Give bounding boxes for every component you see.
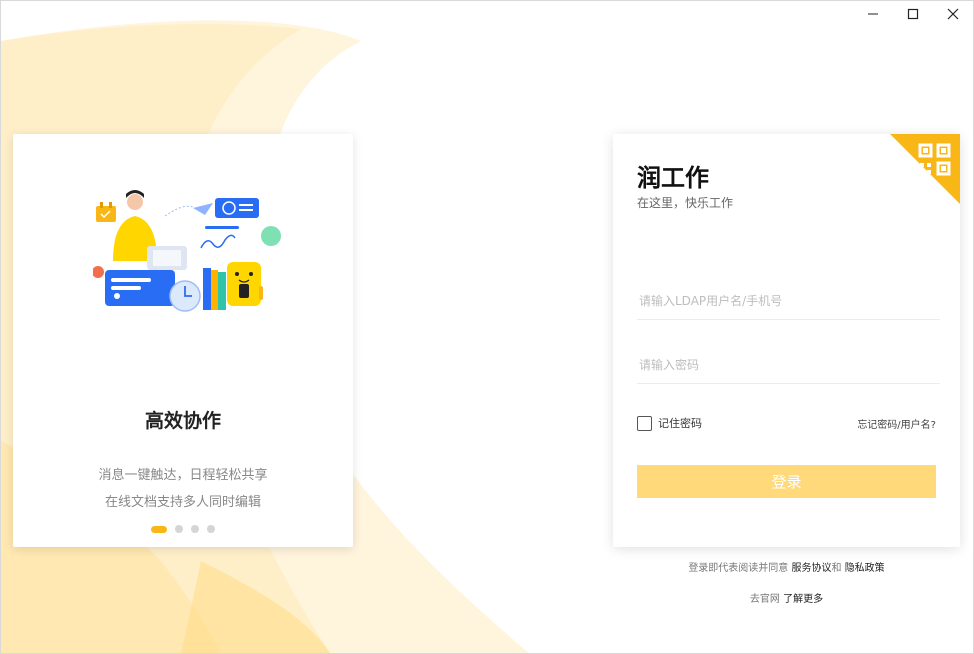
promo-description-line-1: 消息一键触达，日程轻松共享 <box>98 468 268 483</box>
minimize-button[interactable] <box>853 1 893 27</box>
official-site-notice: 去官网 了解更多 <box>613 590 960 605</box>
forgot-password-link[interactable]: 忘记密码/用户名? <box>857 416 936 431</box>
login-button[interactable]: 登录 <box>637 465 936 498</box>
maximize-button[interactable] <box>893 1 933 27</box>
carousel-dot-3[interactable] <box>191 525 199 533</box>
username-input[interactable] <box>637 283 940 320</box>
close-button[interactable] <box>933 1 973 27</box>
carousel-dot-2[interactable] <box>175 525 183 533</box>
login-card: 润工作 在这里，快乐工作 记住密码 忘记密码/用户名? 登录 <box>613 134 960 547</box>
app-subtitle: 在这里，快乐工作 <box>637 196 734 210</box>
learn-more-link[interactable]: 了解更多 <box>783 594 823 605</box>
agreement-and: 和 <box>831 563 842 574</box>
carousel-indicator <box>13 525 353 533</box>
collaboration-illustration-icon <box>93 190 281 312</box>
window-controls <box>853 1 973 27</box>
carousel-dot-1[interactable] <box>151 525 167 533</box>
remember-password-label: 记住密码 <box>658 417 702 430</box>
agreement-notice: 登录即代表阅读并同意 服务协议和 隐私政策 <box>613 559 960 574</box>
promo-carousel-card: 高效协作 消息一键触达，日程轻松共享 在线文档支持多人同时编辑 <box>13 134 353 547</box>
remember-password-toggle[interactable]: 记住密码 <box>637 415 702 431</box>
carousel-dot-4[interactable] <box>207 525 215 533</box>
close-icon <box>947 8 959 20</box>
agreement-prefix: 登录即代表阅读并同意 <box>688 563 789 574</box>
app-title: 润工作 <box>637 164 709 192</box>
promo-description-line-2: 在线文档支持多人同时编辑 <box>104 495 261 510</box>
password-input[interactable] <box>637 347 940 384</box>
promo-title: 高效协作 <box>144 410 221 432</box>
maximize-icon <box>907 8 919 20</box>
minimize-icon <box>868 13 878 15</box>
login-window: 高效协作 消息一键触达，日程轻松共享 在线文档支持多人同时编辑 润工作 在这里，… <box>0 0 974 654</box>
official-site-prefix: 去官网 <box>749 594 780 605</box>
privacy-policy-link[interactable]: 隐私政策 <box>845 563 885 574</box>
terms-of-service-link[interactable]: 服务协议 <box>792 563 832 574</box>
qr-login-toggle[interactable] <box>890 134 960 204</box>
remember-password-checkbox[interactable] <box>637 415 652 431</box>
